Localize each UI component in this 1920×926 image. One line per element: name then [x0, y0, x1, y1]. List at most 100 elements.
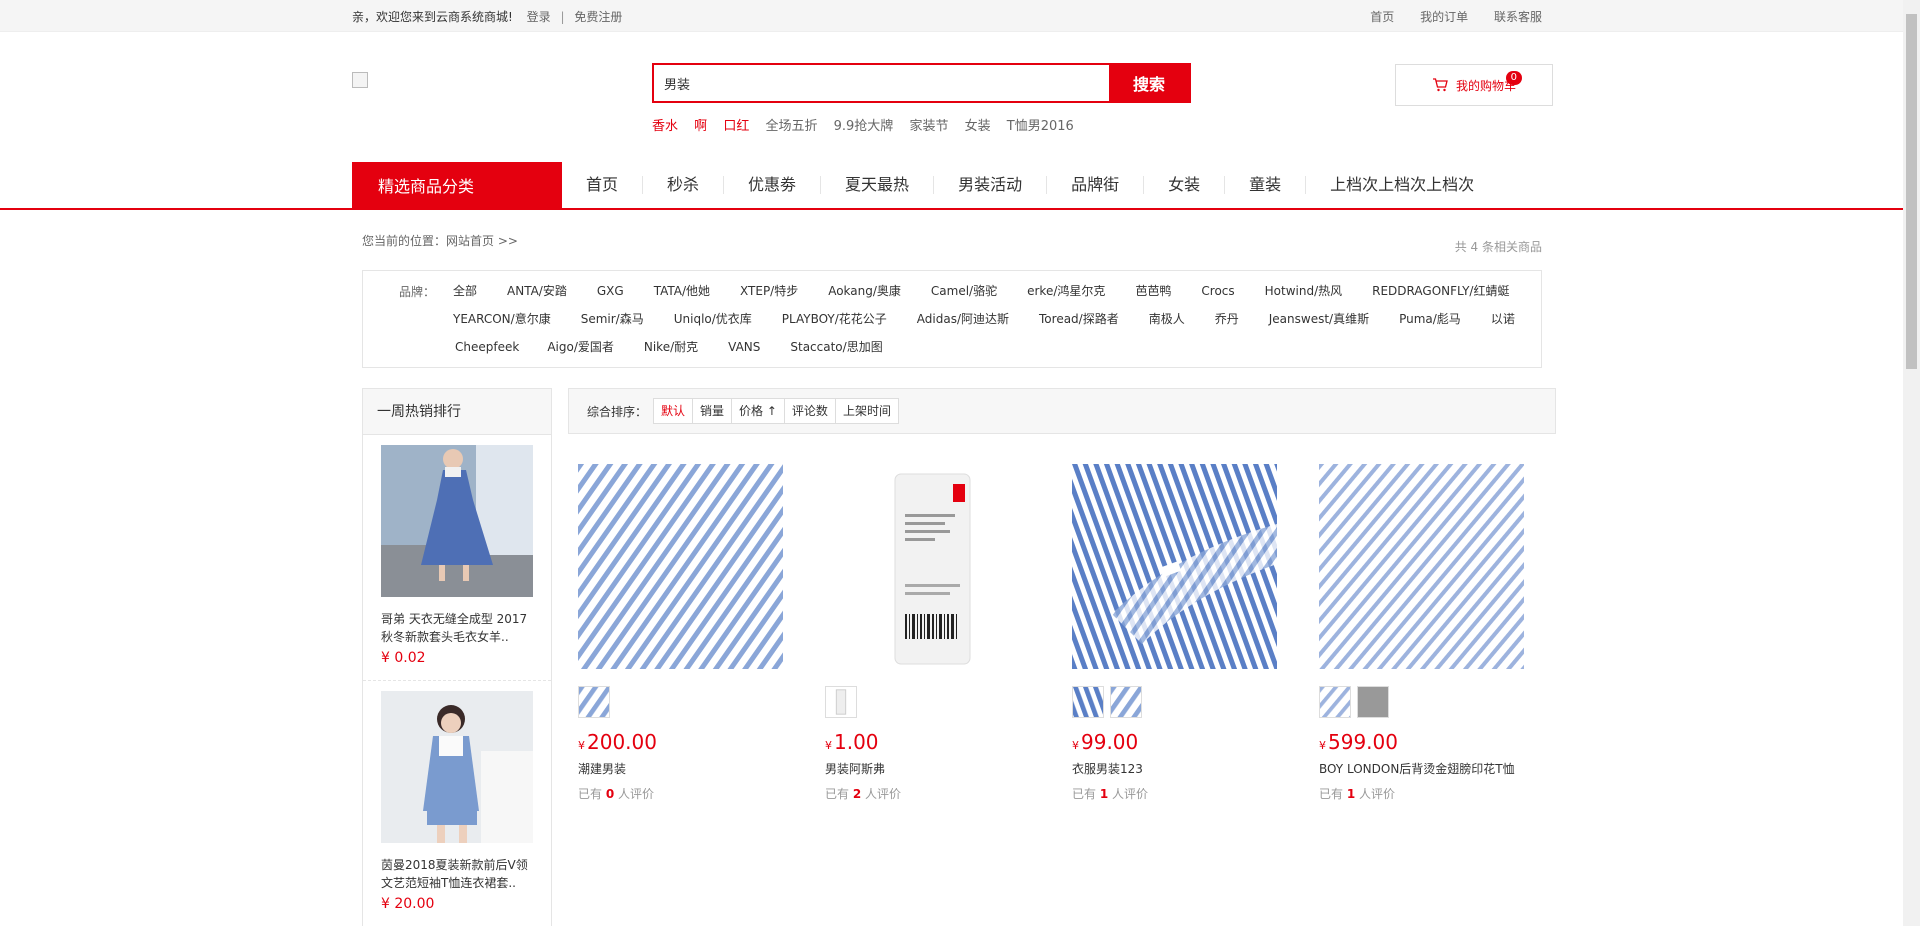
- hot-keyword[interactable]: 口红: [723, 119, 749, 134]
- brand-filter-option[interactable]: Semir/森马: [581, 310, 644, 328]
- product-name[interactable]: 男装阿斯弗: [825, 760, 1062, 777]
- nav-item-seckill[interactable]: 秒杀: [643, 176, 725, 194]
- thumbnail-image[interactable]: [578, 686, 610, 718]
- nav-item-home[interactable]: 首页: [562, 176, 644, 194]
- nav-item-coupon[interactable]: 优惠劵: [724, 176, 822, 194]
- search-input[interactable]: [654, 65, 1109, 101]
- brand-filter-option[interactable]: 南极人: [1149, 310, 1185, 328]
- sort-price[interactable]: 价格 ↑: [732, 399, 785, 423]
- review-count[interactable]: 1: [1100, 787, 1108, 801]
- currency-symbol: ¥: [1319, 739, 1326, 752]
- review-count-text: 已有 1 人评价: [1319, 785, 1556, 802]
- brand-filter-option[interactable]: 芭芭鸭: [1135, 282, 1171, 300]
- cart-button[interactable]: 我的购物车 0: [1395, 64, 1553, 106]
- hot-keyword[interactable]: 啊: [694, 119, 707, 134]
- category-menu-button[interactable]: 精选商品分类: [352, 162, 562, 208]
- product-name[interactable]: BOY LONDON后背烫金翅膀印花T恤: [1319, 760, 1556, 777]
- brand-filter-option[interactable]: Camel/骆驼: [931, 282, 997, 300]
- hot-ranking-sidebar: 一周热销排行 哥弟 天衣无缝全成型 2017秋冬新款套头毛衣女羊.. ¥ 0.0…: [362, 388, 552, 926]
- brand-filter-option[interactable]: REDDRAGONFLY/红蜻蜓: [1372, 282, 1509, 300]
- brand-filter-option[interactable]: Toread/探路者: [1039, 310, 1119, 328]
- nav-item-summer[interactable]: 夏天最热: [821, 176, 935, 194]
- logo-broken-image[interactable]: [352, 72, 368, 88]
- sort-newest[interactable]: 上架时间: [836, 399, 898, 423]
- review-count[interactable]: 1: [1347, 787, 1355, 801]
- brand-filter-option[interactable]: Cheepfeek: [455, 338, 519, 356]
- welcome-text: 亲，欢迎您来到云商系统商城!: [352, 9, 513, 24]
- product-image-striped-fabric[interactable]: [578, 464, 783, 669]
- sort-default[interactable]: 默认: [654, 399, 694, 423]
- thumbnail-image[interactable]: [1110, 686, 1142, 718]
- brand-filter-option[interactable]: 以诺: [1491, 310, 1515, 328]
- brand-filter-option[interactable]: Uniqlo/优衣库: [674, 310, 752, 328]
- product-image-dress-blue[interactable]: [381, 445, 533, 597]
- product-card[interactable]: ¥200.00 潮建男装 已有 0 人评价: [568, 464, 815, 802]
- page-scrollbar[interactable]: [1903, 0, 1920, 926]
- brand-filter-option[interactable]: Aokang/奥康: [828, 282, 901, 300]
- brand-filter-option[interactable]: Jeanswest/真维斯: [1269, 310, 1369, 328]
- list-item[interactable]: 茵曼2018夏装新款前后V领文艺范短袖T恤连衣裙套.. ¥ 20.00: [363, 681, 551, 926]
- breadcrumb-label: 您当前的位置：: [362, 233, 447, 248]
- nav-item-brands[interactable]: 品牌街: [1047, 176, 1145, 194]
- sidebar-item-title[interactable]: 茵曼2018夏装新款前后V领文艺范短袖T恤连衣裙套..: [381, 856, 533, 892]
- brand-filter-option[interactable]: Puma/彪马: [1399, 310, 1461, 328]
- product-image-dress-woman[interactable]: [381, 691, 533, 843]
- product-image-striped-shirt-collar[interactable]: [1072, 464, 1277, 669]
- brand-filter-option[interactable]: erke/鸿星尔克: [1027, 282, 1105, 300]
- hot-keyword[interactable]: 家装节: [909, 119, 948, 134]
- brand-filter-option[interactable]: Adidas/阿迪达斯: [917, 310, 1009, 328]
- login-link[interactable]: 登录: [527, 10, 551, 24]
- sidebar-item-title[interactable]: 哥弟 天衣无缝全成型 2017秋冬新款套头毛衣女羊..: [381, 610, 533, 646]
- brand-filter-option[interactable]: 乔丹: [1215, 310, 1239, 328]
- top-link-home[interactable]: 首页: [1370, 10, 1394, 24]
- header: 搜索 香水 啊 口红 全场五折 9.9抢大牌 家装节 女装 T恤男2016 我的…: [352, 32, 1553, 162]
- top-link-orders[interactable]: 我的订单: [1420, 10, 1468, 24]
- hot-keyword[interactable]: 全场五折: [765, 119, 817, 134]
- thumbnail-image[interactable]: [825, 686, 857, 718]
- product-card[interactable]: ¥99.00 衣服男装123 已有 1 人评价: [1062, 464, 1309, 802]
- thumbnail-image[interactable]: [1357, 686, 1389, 718]
- breadcrumb-home-link[interactable]: 网站首页 >>: [446, 234, 518, 248]
- review-count-text: 已有 2 人评价: [825, 785, 1062, 802]
- top-link-service[interactable]: 联系客服: [1494, 10, 1542, 24]
- search-button[interactable]: 搜索: [1109, 65, 1189, 101]
- sidebar-item-price: ¥ 20.00: [381, 896, 435, 912]
- brand-filter-option[interactable]: Hotwind/热风: [1265, 282, 1343, 300]
- review-count[interactable]: 0: [606, 787, 614, 801]
- brand-filter-option[interactable]: XTEP/特步: [740, 282, 798, 300]
- product-card[interactable]: ¥599.00 BOY LONDON后背烫金翅膀印花T恤 已有 1 人评价: [1309, 464, 1556, 802]
- sort-sales[interactable]: 销量: [693, 399, 733, 423]
- review-count[interactable]: 2: [853, 787, 861, 801]
- brand-filter-option[interactable]: GXG: [597, 282, 624, 300]
- nav-item-premium[interactable]: 上档次上档次上档次: [1306, 176, 1498, 194]
- brand-filter-option[interactable]: Crocs: [1201, 282, 1234, 300]
- product-card[interactable]: ¥1.00 男装阿斯弗 已有 2 人评价: [815, 464, 1062, 802]
- register-link[interactable]: 免费注册: [574, 10, 622, 24]
- brand-filter-option[interactable]: Staccato/思加图: [790, 338, 882, 356]
- hot-keyword[interactable]: 9.9抢大牌: [834, 119, 894, 134]
- product-image-striped-fabric-light[interactable]: [1319, 464, 1524, 669]
- brand-filter-option[interactable]: PLAYBOY/花花公子: [782, 310, 887, 328]
- hot-keyword[interactable]: T恤男2016: [1007, 119, 1074, 134]
- product-name[interactable]: 潮建男装: [578, 760, 815, 777]
- nav-item-women[interactable]: 女装: [1144, 176, 1226, 194]
- thumbnail-image[interactable]: [1319, 686, 1351, 718]
- nav-item-menswear[interactable]: 男装活动: [934, 176, 1048, 194]
- brand-filter-option[interactable]: Aigo/爱国者: [547, 338, 614, 356]
- product-name[interactable]: 衣服男装123: [1072, 760, 1309, 777]
- sort-reviews[interactable]: 评论数: [785, 399, 836, 423]
- hot-keyword[interactable]: 香水: [652, 119, 678, 134]
- review-suffix: 人评价: [618, 787, 655, 801]
- product-image-price-tag[interactable]: [825, 464, 1030, 669]
- nav-item-kids[interactable]: 童装: [1225, 176, 1307, 194]
- thumbnail-image[interactable]: [1072, 686, 1104, 718]
- brand-filter-option[interactable]: TATA/他她: [654, 282, 710, 300]
- list-item[interactable]: 哥弟 天衣无缝全成型 2017秋冬新款套头毛衣女羊.. ¥ 0.02: [363, 435, 551, 681]
- hot-keyword[interactable]: 女装: [965, 119, 991, 134]
- brand-filter-option[interactable]: 全部: [453, 282, 477, 300]
- brand-filter-option[interactable]: Nike/耐克: [644, 338, 698, 356]
- scrollbar-thumb[interactable]: [1906, 14, 1917, 369]
- brand-filter-option[interactable]: VANS: [728, 338, 760, 356]
- brand-filter-option[interactable]: ANTA/安踏: [507, 282, 567, 300]
- brand-filter-option[interactable]: YEARCON/意尔康: [453, 310, 551, 328]
